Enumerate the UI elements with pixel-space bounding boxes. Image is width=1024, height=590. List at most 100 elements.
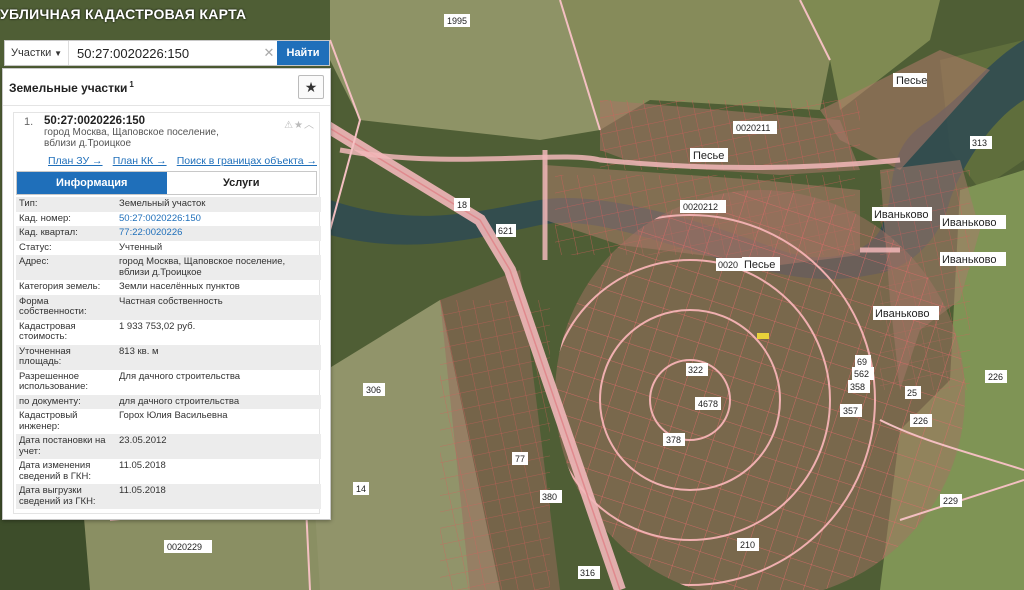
panel-title: Земельные участки 1 bbox=[9, 80, 134, 95]
star-icon: ★ bbox=[304, 78, 318, 95]
property-row: Кадастровый инженер: Горох Юлия Васильевн… bbox=[16, 409, 321, 434]
svg-text:0020211: 0020211 bbox=[736, 123, 770, 133]
property-value: город Москва, Щаповское поселение, вблиз… bbox=[119, 256, 286, 278]
property-key: Кадастровая стоимость: bbox=[19, 320, 76, 342]
property-row: Тип: Земельный участок bbox=[16, 197, 321, 212]
plan-zu-link[interactable]: План ЗУ → bbox=[48, 155, 103, 167]
map-label-parcel: 18 bbox=[454, 198, 470, 211]
svg-text:Иваньково: Иваньково bbox=[874, 209, 928, 221]
property-key: по документу: bbox=[19, 395, 81, 407]
map-label-quarter: 0020211 bbox=[733, 121, 777, 134]
map-label-place: Иваньково bbox=[940, 215, 1006, 229]
property-key: Тип: bbox=[19, 198, 38, 209]
property-key: Кад. квартал: bbox=[19, 227, 78, 238]
map-label-parcel: 229 bbox=[940, 494, 962, 507]
svg-text:0020: 0020 bbox=[718, 260, 738, 270]
property-key: Кад. номер: bbox=[19, 212, 71, 224]
property-value-link[interactable]: 50:27:0020226:150 bbox=[119, 213, 201, 224]
property-value: 77:22:0020226 bbox=[116, 226, 321, 241]
svg-text:358: 358 bbox=[850, 382, 865, 392]
svg-text:357: 357 bbox=[843, 406, 858, 416]
map-label-parcel: 14 bbox=[353, 482, 369, 495]
property-value: Горох Юлия Васильевна bbox=[119, 410, 228, 421]
property-value: 11.05.2018 bbox=[119, 460, 166, 471]
property-row: Разрешенное использование: Для дачного ст… bbox=[16, 370, 321, 395]
property-value: 11.05.2018 bbox=[119, 485, 166, 496]
map-label-parcel: 4678 bbox=[695, 397, 721, 410]
property-key: Кадастровый инженер: bbox=[19, 410, 78, 432]
map-label-parcel: 69 bbox=[855, 355, 871, 368]
svg-text:25: 25 bbox=[907, 388, 917, 398]
property-row: Форма собственности: Частная собственност… bbox=[16, 294, 321, 320]
property-key: Разрешенное использование: bbox=[19, 370, 89, 392]
results-count: 1 bbox=[129, 79, 134, 89]
chevron-down-icon: ▼ bbox=[54, 48, 62, 58]
svg-text:621: 621 bbox=[498, 226, 513, 236]
property-value: Земельный участок bbox=[119, 198, 206, 209]
svg-text:Песье: Песье bbox=[896, 75, 927, 87]
property-key: Дата изменения сведений в ГКН: bbox=[19, 460, 91, 482]
result-address: город Москва, Щаповское поселение, вблиз… bbox=[44, 127, 219, 149]
property-value: Учтенный bbox=[119, 241, 163, 253]
map-label-parcel: 226 bbox=[985, 370, 1007, 383]
map-label-parcel: 25 bbox=[905, 386, 921, 399]
search-in-bounds-link[interactable]: Поиск в границах объекта → bbox=[177, 155, 317, 167]
svg-text:313: 313 bbox=[972, 138, 987, 148]
object-type-label: Участки bbox=[11, 47, 52, 59]
tab-services[interactable]: Услуги bbox=[167, 172, 317, 194]
property-value: для дачного строительства bbox=[119, 395, 240, 407]
map-label-place: Песье bbox=[742, 257, 780, 271]
property-row: по документу: для дачного строительства bbox=[16, 394, 321, 409]
map-label-quarter: 0020212 bbox=[680, 200, 726, 213]
map-label-place: Иваньково bbox=[940, 252, 1006, 266]
property-value-link[interactable]: 77:22:0020226 bbox=[119, 227, 182, 238]
svg-text:229: 229 bbox=[943, 496, 958, 506]
property-value: Частная собственность bbox=[119, 295, 223, 307]
svg-text:380: 380 bbox=[542, 492, 557, 502]
property-row: Категория земель: Земли населённых пункто… bbox=[16, 280, 321, 295]
property-key: Дата постановки на учет: bbox=[19, 435, 106, 457]
property-value: 1 933 753,02 руб. bbox=[119, 320, 196, 332]
map-label-quarter: 0020229 bbox=[164, 540, 212, 553]
clear-icon[interactable]: ✕ bbox=[261, 45, 277, 61]
property-row: Статус: Учтенный bbox=[16, 241, 321, 256]
map-label-parcel: 210 bbox=[737, 538, 759, 551]
property-key: Адрес: bbox=[19, 256, 49, 267]
map-label-quarter: 0020 bbox=[716, 258, 744, 271]
property-key: Статус: bbox=[19, 241, 52, 253]
result-tabs: Информация Услуги bbox=[16, 171, 317, 195]
panel-title-text: Земельные участки bbox=[9, 80, 128, 95]
object-type-select[interactable]: Участки ▼ bbox=[5, 41, 69, 65]
svg-text:77: 77 bbox=[515, 454, 525, 464]
result-links: План ЗУ → План КК → Поиск в границах объ… bbox=[14, 151, 319, 171]
property-key: Уточненная площадь: bbox=[19, 345, 71, 367]
property-key: Дата выгрузки сведений из ГКН: bbox=[19, 485, 96, 507]
results-panel: Земельные участки 1 ★ 1. 50:27:0020226:15… bbox=[2, 68, 331, 520]
property-row: Кад. квартал: 77:22:0020226 bbox=[16, 226, 321, 241]
favorite-button[interactable]: ★ bbox=[298, 75, 324, 99]
plan-kk-link[interactable]: План КК → bbox=[113, 155, 167, 167]
property-value: 813 кв. м bbox=[119, 345, 159, 357]
svg-text:14: 14 bbox=[356, 484, 366, 494]
search-input[interactable] bbox=[69, 41, 261, 65]
find-button[interactable]: Найти bbox=[277, 41, 329, 65]
warning-icon[interactable]: ⚠ bbox=[284, 120, 294, 131]
properties-table: Тип: Земельный участок Кад. номер: 50:27:00… bbox=[16, 197, 321, 509]
map-label-parcel: 313 bbox=[970, 136, 992, 149]
chevron-up-icon[interactable]: ︿ bbox=[304, 120, 315, 131]
property-key: Категория земель: bbox=[19, 281, 101, 292]
star-icon[interactable]: ★ bbox=[294, 120, 304, 131]
map-label-parcel: 322 bbox=[686, 363, 708, 376]
result-index: 1. bbox=[24, 116, 34, 128]
map-label-parcel: 77 bbox=[512, 452, 528, 465]
result-head[interactable]: 1. 50:27:0020226:150 город Москва, Щапов… bbox=[14, 113, 319, 151]
map-label-parcel: 1995 bbox=[444, 14, 470, 27]
result-card: 1. 50:27:0020226:150 город Москва, Щапов… bbox=[13, 112, 321, 514]
tab-information[interactable]: Информация bbox=[17, 172, 167, 194]
svg-text:4678: 4678 bbox=[698, 399, 718, 409]
svg-text:378: 378 bbox=[666, 435, 681, 445]
property-value: Земли населённых пунктов bbox=[119, 281, 240, 292]
property-value: 23.05.2012 bbox=[119, 435, 167, 446]
svg-text:316: 316 bbox=[580, 568, 595, 578]
selected-parcel-marker bbox=[757, 333, 769, 339]
